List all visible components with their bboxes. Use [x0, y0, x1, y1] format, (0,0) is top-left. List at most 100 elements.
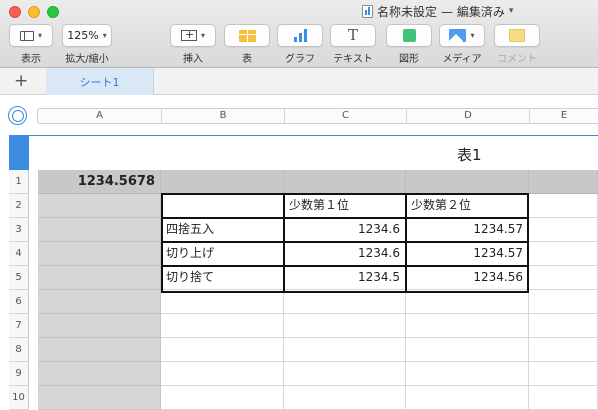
row-header-7[interactable]: 7 — [9, 314, 29, 338]
table-button[interactable] — [224, 24, 270, 47]
chart-tool[interactable]: グラフ — [277, 24, 323, 65]
view-menu[interactable]: ▾ 表示 — [9, 24, 53, 65]
document-title[interactable]: 名称未設定 — 編集済み ▾ — [362, 3, 513, 19]
shape-button[interactable] — [386, 24, 432, 47]
table-cell-e8[interactable] — [529, 338, 598, 362]
zoom-button[interactable]: 125% ▾ — [62, 24, 112, 47]
column-header-b[interactable]: B — [161, 108, 284, 124]
insert-menu[interactable]: ▾ 挿入 — [170, 24, 216, 65]
table-cell-c2[interactable]: 少数第１位 — [284, 194, 406, 218]
table-cell-a10[interactable] — [38, 386, 161, 410]
table-cell-b8[interactable] — [161, 338, 284, 362]
column-header-a[interactable]: A — [38, 108, 161, 124]
column-header-d[interactable]: D — [406, 108, 529, 124]
table-cell-e6[interactable] — [529, 290, 598, 314]
table-cell-c6[interactable] — [284, 290, 406, 314]
column-header-c[interactable]: C — [284, 108, 406, 124]
zoom-menu[interactable]: 125% ▾ 拡大/縮小 — [62, 24, 112, 65]
media-menu[interactable]: ▾ メディア — [439, 24, 485, 65]
table-cell-d2[interactable]: 少数第２位 — [406, 194, 529, 218]
table-handle[interactable] — [9, 136, 29, 171]
table-cell-a6[interactable] — [38, 290, 161, 314]
zoom-window-button[interactable] — [47, 6, 59, 18]
table-cell-e10[interactable] — [529, 386, 598, 410]
media-icon — [449, 29, 467, 42]
table-cell-d5[interactable]: 1234.56 — [406, 266, 529, 290]
table-title-bar: 表1 — [9, 135, 598, 171]
table-cell-c1[interactable] — [284, 170, 406, 194]
table-cell-c10[interactable] — [284, 386, 406, 410]
table-cell-b3[interactable]: 四捨五入 — [161, 218, 284, 242]
row-header-10[interactable]: 10 — [9, 386, 29, 410]
table-cell-e2[interactable] — [529, 194, 598, 218]
row-header-6[interactable]: 6 — [9, 290, 29, 314]
sheet-tab-bar: + シート1 — [0, 68, 598, 95]
table-cell-d6[interactable] — [406, 290, 529, 314]
view-button[interactable]: ▾ — [9, 24, 53, 47]
table-cell-e5[interactable] — [529, 266, 598, 290]
table-cell-e7[interactable] — [529, 314, 598, 338]
minimize-window-button[interactable] — [28, 6, 40, 18]
table-cell-e4[interactable] — [529, 242, 598, 266]
table-cell-b1[interactable] — [161, 170, 284, 194]
comment-button[interactable] — [494, 24, 540, 47]
table-cell-b5[interactable]: 切り捨て — [161, 266, 284, 290]
column-header-e[interactable]: E — [529, 108, 598, 124]
zoom-value: 125% — [67, 29, 99, 42]
table-cell-d8[interactable] — [406, 338, 529, 362]
table-cell-a9[interactable] — [38, 362, 161, 386]
tab-sheet-1-label: シート1 — [79, 75, 120, 89]
table-cell-e9[interactable] — [529, 362, 598, 386]
table-cell-e1[interactable] — [529, 170, 598, 194]
table-title[interactable]: 表1 — [457, 144, 482, 165]
table-cell-d9[interactable] — [406, 362, 529, 386]
table-cell-c8[interactable] — [284, 338, 406, 362]
table-cell-c4[interactable]: 1234.6 — [284, 242, 406, 266]
comment-tool[interactable]: コメント — [494, 24, 540, 65]
table-cell-d4[interactable]: 1234.57 — [406, 242, 529, 266]
table-cell-c9[interactable] — [284, 362, 406, 386]
tab-sheet-1[interactable]: シート1 — [46, 68, 154, 95]
table-cell-a3[interactable] — [38, 218, 161, 242]
row-header-3[interactable]: 3 — [9, 218, 29, 242]
table-cell-d3[interactable]: 1234.57 — [406, 218, 529, 242]
table-cell-b4[interactable]: 切り上げ — [161, 242, 284, 266]
table-cell-d7[interactable] — [406, 314, 529, 338]
table-cell-a8[interactable] — [38, 338, 161, 362]
table-cell-c5[interactable]: 1234.5 — [284, 266, 406, 290]
table-cell-a1[interactable]: 1234.5678 — [38, 170, 161, 194]
table-cell-d10[interactable] — [406, 386, 529, 410]
table-cell-a2[interactable] — [38, 194, 161, 218]
chevron-down-icon: ▾ — [470, 31, 475, 40]
add-sheet-button[interactable]: + — [14, 71, 28, 91]
table-cell-b2[interactable] — [161, 194, 284, 218]
table-cell-e3[interactable] — [529, 218, 598, 242]
row-header-1[interactable]: 1 — [9, 170, 29, 194]
table-tool[interactable]: 表 — [224, 24, 270, 65]
table-cell-b9[interactable] — [161, 362, 284, 386]
insert-button[interactable]: ▾ — [170, 24, 216, 47]
chart-button[interactable] — [277, 24, 323, 47]
table-cell-b7[interactable] — [161, 314, 284, 338]
table-cell-b10[interactable] — [161, 386, 284, 410]
row-header-8[interactable]: 8 — [9, 338, 29, 362]
close-window-button[interactable] — [9, 6, 21, 18]
row-header-2[interactable]: 2 — [9, 194, 29, 218]
table-cell-c3[interactable]: 1234.6 — [284, 218, 406, 242]
column-header-bar: A B C D E — [0, 95, 598, 135]
table-cell-d1[interactable] — [406, 170, 529, 194]
table-cell-a4[interactable] — [38, 242, 161, 266]
row-header-5[interactable]: 5 — [9, 266, 29, 290]
table-cell-c7[interactable] — [284, 314, 406, 338]
table-cell-a7[interactable] — [38, 314, 161, 338]
text-tool[interactable]: T テキスト — [330, 24, 376, 65]
table-label: 表 — [242, 54, 252, 65]
text-button[interactable]: T — [330, 24, 376, 47]
select-all-circle-icon[interactable] — [8, 106, 27, 125]
table-cell-b6[interactable] — [161, 290, 284, 314]
row-header-9[interactable]: 9 — [9, 362, 29, 386]
row-header-4[interactable]: 4 — [9, 242, 29, 266]
media-button[interactable]: ▾ — [439, 24, 485, 47]
shape-tool[interactable]: 図形 — [386, 24, 432, 65]
table-cell-a5[interactable] — [38, 266, 161, 290]
